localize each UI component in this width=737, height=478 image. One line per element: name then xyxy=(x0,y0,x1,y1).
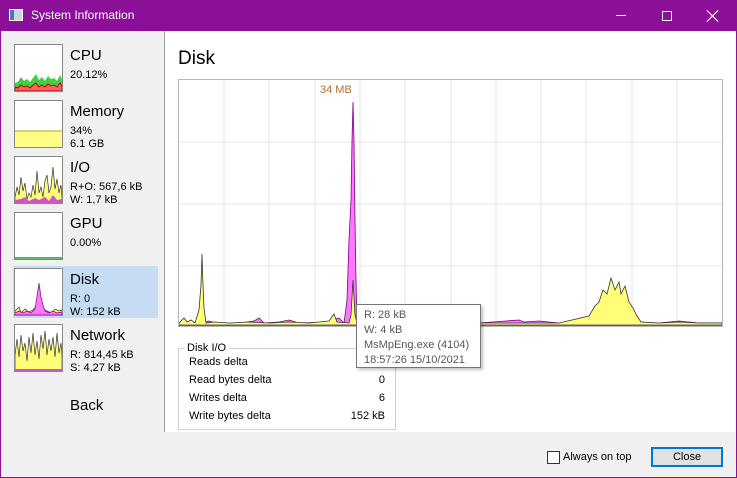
sidebar-value: R: 814,45 kB xyxy=(70,349,134,361)
always-on-top-label[interactable]: Always on top xyxy=(563,451,631,463)
close-button[interactable]: Close xyxy=(651,447,723,467)
sidebar-value: 34% xyxy=(70,125,93,137)
memory-fill xyxy=(15,131,62,147)
network-receive-area xyxy=(15,330,62,371)
sidebar-value-2: W: 1,7 kB xyxy=(70,194,118,204)
sidebar-item-memory[interactable]: Memory 34% 6.1 GB xyxy=(13,98,158,150)
peak-value-label: 34 MB xyxy=(320,84,352,96)
gpu-mini-graph xyxy=(14,212,63,260)
sidebar-label: Network xyxy=(70,327,126,344)
minimize-icon xyxy=(616,15,626,16)
sidebar-item-network[interactable]: Network R: 814,45 kB S: 4,27 kB xyxy=(13,322,158,374)
sidebar-label: Disk xyxy=(70,271,100,288)
sidebar-label: CPU xyxy=(70,47,102,64)
memory-mini-graph xyxy=(14,100,63,148)
app-icon xyxy=(9,9,23,21)
window-title: System Information xyxy=(31,8,135,22)
network-mini-graph xyxy=(14,324,63,372)
stat-key: Writes delta xyxy=(189,392,247,404)
disk-graph[interactable]: 34 MB xyxy=(178,79,723,327)
tooltip-process: MsMpEng.exe (4104) xyxy=(364,339,470,351)
minimize-button[interactable] xyxy=(598,0,644,31)
sidebar-value: R: 0 xyxy=(70,293,91,305)
main-panel: Disk 34 MB Disk I/O Reads delta Read byt… xyxy=(165,31,736,432)
stat-key: Reads delta xyxy=(189,356,248,368)
maximize-button[interactable] xyxy=(644,0,690,31)
gpu-mini-graph-svg xyxy=(15,257,62,259)
disk-mini-graph-svg xyxy=(15,282,62,315)
sidebar-value: 20.12% xyxy=(70,69,108,81)
disk-mini-graph xyxy=(14,268,63,316)
stat-value: 152 kB xyxy=(350,410,385,422)
tooltip-time: 18:57:26 15/10/2021 xyxy=(364,354,465,366)
cpu-mini-graph xyxy=(14,44,63,92)
io-mini-graph xyxy=(14,156,63,204)
sidebar-item-disk[interactable]: Disk R: 0 W: 152 kB xyxy=(13,266,158,318)
sidebar-item-cpu[interactable]: CPU 20.12% xyxy=(13,42,158,94)
sidebar-value-2: 6.1 GB xyxy=(70,138,105,148)
close-window-button[interactable] xyxy=(690,0,736,31)
sidebar-value-2: W: 152 kB xyxy=(70,306,121,316)
sidebar: CPU 20.12% Memory 34% 6.1 GB I/O R+O: 56… xyxy=(1,31,165,432)
stat-key: Read bytes delta xyxy=(189,374,272,386)
sidebar-value: R+O: 567,6 kB xyxy=(70,181,143,193)
stat-value: 6 xyxy=(378,392,385,404)
sidebar-value-2: S: 4,27 kB xyxy=(70,362,121,372)
graph-grid xyxy=(179,80,722,326)
close-icon xyxy=(707,10,719,22)
cpu-mini-graph-svg xyxy=(15,74,62,91)
graph-tooltip: R: 28 kB W: 4 kB MsMpEng.exe (4104) 18:5… xyxy=(356,304,481,368)
sidebar-item-io[interactable]: I/O R+O: 567,6 kB W: 1,7 kB xyxy=(13,154,158,206)
tooltip-write: W: 4 kB xyxy=(364,324,403,336)
stat-key: Write bytes delta xyxy=(189,410,271,422)
sidebar-label: GPU xyxy=(70,215,103,232)
always-on-top-checkbox[interactable] xyxy=(547,451,560,464)
memory-mini-graph-svg xyxy=(15,130,62,147)
back-button[interactable]: Back xyxy=(70,397,103,414)
stat-value: 0 xyxy=(378,374,385,386)
network-send-area xyxy=(15,369,62,371)
title-bar: System Information xyxy=(0,0,737,31)
sidebar-value: 0.00% xyxy=(70,237,102,249)
network-mini-graph-svg xyxy=(15,330,62,371)
group-title: Disk I/O xyxy=(184,342,230,354)
tooltip-read: R: 28 kB xyxy=(364,309,407,321)
page-title: Disk xyxy=(178,48,215,69)
maximize-icon xyxy=(662,10,672,21)
sidebar-label: Memory xyxy=(70,103,125,120)
sidebar-label: I/O xyxy=(70,159,91,176)
disk-graph-svg xyxy=(179,80,722,326)
io-mini-graph-svg xyxy=(15,166,62,203)
sidebar-item-gpu[interactable]: GPU 0.00% xyxy=(13,210,158,262)
